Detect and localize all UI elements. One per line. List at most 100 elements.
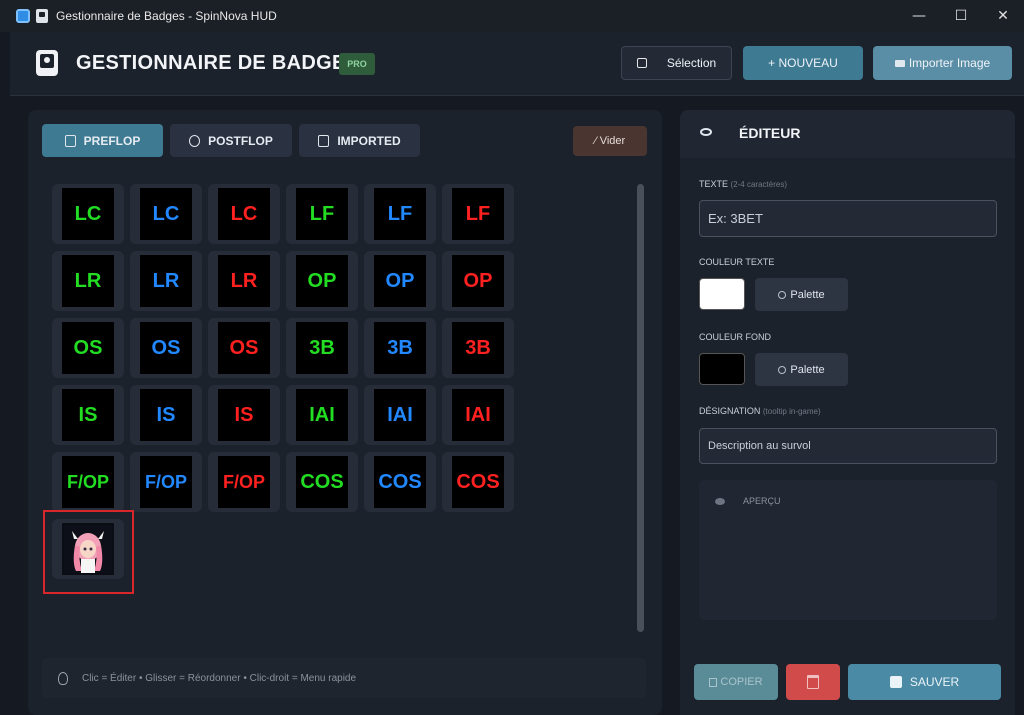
badge-cell[interactable]: IAI xyxy=(286,385,358,445)
badge-cell[interactable]: IS xyxy=(208,385,280,445)
badge-text: OS xyxy=(140,322,192,374)
minimize-button[interactable]: — xyxy=(898,0,940,32)
badge-doc-icon xyxy=(36,9,48,23)
badge-cell[interactable]: OS xyxy=(208,318,280,378)
bg-color-label: COULEUR FOND xyxy=(699,332,772,342)
badge-cell[interactable]: LC xyxy=(208,184,280,244)
text-color-palette-button[interactable]: Palette xyxy=(755,278,848,311)
badge-text: 3B xyxy=(374,322,426,374)
copy-icon xyxy=(709,677,718,687)
palette-icon xyxy=(778,290,787,299)
badge-cell[interactable]: COS xyxy=(364,452,436,512)
save-label: SAUVER xyxy=(909,675,960,689)
badge-cell[interactable]: LR xyxy=(208,251,280,311)
designation-label-main: DÉSIGNATION xyxy=(699,406,761,416)
badge-text: IS xyxy=(140,389,192,441)
new-badge-label: + NOUVEAU xyxy=(768,56,838,70)
badge-text: IAI xyxy=(296,389,348,441)
app-header: GESTIONNAIRE DE BADGES PRO Sélection + N… xyxy=(10,32,1024,96)
text-color-swatch[interactable] xyxy=(699,278,745,310)
badge-text: LC xyxy=(218,188,270,240)
badge-cell[interactable]: LR xyxy=(130,251,202,311)
badge-cell[interactable]: IS xyxy=(52,385,124,445)
badge-cell[interactable]: 3B xyxy=(286,318,358,378)
badge-text: 3B xyxy=(296,322,348,374)
badge-cell[interactable]: LC xyxy=(130,184,202,244)
badge-cell[interactable]: LF xyxy=(286,184,358,244)
selection-button[interactable]: Sélection xyxy=(621,46,732,80)
app-icon xyxy=(16,9,30,23)
badge-logo-icon xyxy=(36,50,58,76)
badge-text: OP xyxy=(452,255,504,307)
image-icon xyxy=(894,59,905,67)
badge-cell[interactable]: OS xyxy=(130,318,202,378)
selection-button-label: Sélection xyxy=(666,56,717,70)
badge-cell[interactable]: F/OP xyxy=(208,452,280,512)
save-button[interactable]: SAUVER xyxy=(848,664,1001,700)
badge-cell[interactable]: 3B xyxy=(364,318,436,378)
tab-postflop[interactable]: POSTFLOP xyxy=(170,124,292,157)
tab-imported[interactable]: IMPORTED xyxy=(299,124,420,157)
badge-cell[interactable]: IAI xyxy=(364,385,436,445)
badge-text: 3B xyxy=(452,322,504,374)
import-image-label: Importer Image xyxy=(908,56,991,70)
window-title: Gestionnaire de Badges - SpinNova HUD xyxy=(56,9,277,23)
tab-preflop[interactable]: PREFLOP xyxy=(42,124,163,157)
badge-cell[interactable]: F/OP xyxy=(130,452,202,512)
text-label: TEXTE (2-4 caractères) xyxy=(699,179,787,189)
badge-cell[interactable]: IAI xyxy=(442,385,514,445)
badge-cell[interactable]: COS xyxy=(286,452,358,512)
badge-cell[interactable]: OS xyxy=(52,318,124,378)
badge-text-input[interactable]: Ex: 3BET xyxy=(699,200,997,237)
new-badge-button[interactable]: + NOUVEAU xyxy=(743,46,863,80)
hint-text: Clic = Éditer • Glisser = Réordonner • C… xyxy=(82,672,357,684)
clear-label: Vider xyxy=(599,135,626,147)
badge-cell[interactable]: LR xyxy=(52,251,124,311)
badge-cell[interactable]: IS xyxy=(130,385,202,445)
badge-cell[interactable]: F/OP xyxy=(52,452,124,512)
badge-library-panel: PREFLOP POSTFLOP IMPORTED ⁄ Vider LC LC LC… xyxy=(28,110,662,715)
lightbulb-icon xyxy=(58,671,68,685)
badge-cell[interactable]: LF xyxy=(364,184,436,244)
badge-text: IS xyxy=(218,389,270,441)
badge-cell[interactable]: OP xyxy=(442,251,514,311)
designation-input[interactable]: Description au survol xyxy=(699,428,997,464)
badge-text: LC xyxy=(140,188,192,240)
bg-color-swatch[interactable] xyxy=(699,353,745,385)
badge-text: IAI xyxy=(374,389,426,441)
preview-label: APERÇU xyxy=(743,496,781,506)
badge-cell[interactable]: LF xyxy=(442,184,514,244)
bg-color-palette-button[interactable]: Palette xyxy=(755,353,848,386)
badge-text: OS xyxy=(218,322,270,374)
clear-button[interactable]: ⁄ Vider xyxy=(573,126,647,156)
badge-text: OS xyxy=(62,322,114,374)
palette-label: Palette xyxy=(790,288,825,301)
badge-text: LF xyxy=(452,188,504,240)
badge-text: LF xyxy=(374,188,426,240)
badge-cell[interactable]: LC xyxy=(52,184,124,244)
delete-button[interactable] xyxy=(786,664,840,700)
badge-text: F/OP xyxy=(218,456,270,508)
badge-text: LR xyxy=(140,255,192,307)
scrollbar[interactable] xyxy=(637,184,644,632)
import-image-button[interactable]: Importer Image xyxy=(873,46,1012,80)
badge-cell[interactable]: OP xyxy=(364,251,436,311)
text-label-sub: (2-4 caractères) xyxy=(730,180,787,189)
preview-box: APERÇU xyxy=(699,480,997,620)
save-icon xyxy=(889,676,902,688)
hint-bar: Clic = Éditer • Glisser = Réordonner • C… xyxy=(42,658,646,698)
badge-text: LC xyxy=(62,188,114,240)
designation-label-sub: (tooltip in-game) xyxy=(762,407,821,416)
maximize-button[interactable]: ☐ xyxy=(940,0,982,32)
copy-label: COPIER xyxy=(720,676,763,688)
badge-cell[interactable]: 3B xyxy=(442,318,514,378)
tab-label: IMPORTED xyxy=(337,133,401,148)
badge-cell[interactable]: COS xyxy=(442,452,514,512)
tab-label: PREFLOP xyxy=(83,133,141,148)
clipboard-icon xyxy=(64,134,76,147)
close-button[interactable]: ✕ xyxy=(982,0,1024,32)
copy-button[interactable]: COPIER xyxy=(694,664,778,700)
palette-label: Palette xyxy=(790,363,825,376)
badge-cell[interactable]: OP xyxy=(286,251,358,311)
eye-icon xyxy=(700,128,712,136)
